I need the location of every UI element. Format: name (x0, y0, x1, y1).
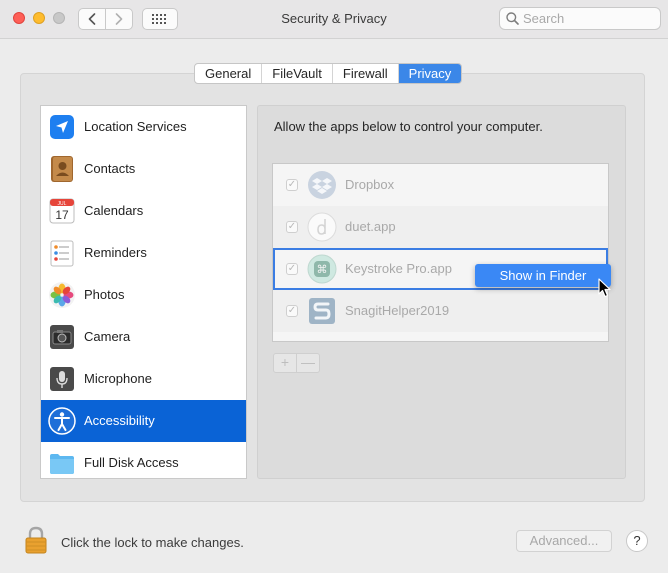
sidebar-item-camera[interactable]: Camera (41, 316, 246, 358)
tab-firewall[interactable]: Firewall (333, 64, 399, 83)
svg-text:⌘: ⌘ (317, 263, 328, 276)
reminders-list-icon (50, 240, 74, 267)
add-remove-control: + — (273, 353, 320, 373)
calendar-month: JUL (58, 201, 67, 207)
snagit-icon (309, 298, 335, 324)
duet-icon (307, 212, 337, 242)
sidebar-item-label: Photos (84, 287, 125, 302)
tab-general[interactable]: General (195, 64, 263, 83)
sidebar-item-label: Reminders (84, 245, 147, 260)
advanced-button[interactable]: Advanced... (516, 530, 612, 552)
sidebar-item-reminders[interactable]: Reminders (41, 232, 246, 274)
camera-icon (50, 325, 74, 349)
help-button[interactable]: ? (626, 530, 648, 552)
microphone-icon (50, 367, 74, 391)
forward-button[interactable] (105, 8, 133, 30)
sidebar-item-photos[interactable]: Photos (41, 274, 246, 316)
show-all-button[interactable] (142, 8, 178, 30)
calendar-icon: JUL 17 (49, 198, 75, 224)
contacts-book-icon (51, 156, 73, 182)
sidebar-item-location-services[interactable]: Location Services (41, 106, 246, 148)
app-row-snagit-helper[interactable]: ✓ SnagitHelper2019 (273, 290, 608, 332)
folder-icon (50, 454, 74, 474)
app-checkbox[interactable]: ✓ (286, 179, 298, 191)
app-checkbox[interactable]: ✓ (286, 221, 298, 233)
privacy-category-list: Location Services Contacts JUL 17 Calend… (40, 105, 247, 479)
tab-bar: General FileVault Firewall Privacy (194, 63, 463, 84)
lock-icon[interactable] (24, 526, 48, 554)
photos-flower-icon (49, 282, 75, 308)
sidebar-item-label: Accessibility (84, 413, 155, 428)
sidebar-item-calendars[interactable]: JUL 17 Calendars (41, 190, 246, 232)
sidebar-item-label: Calendars (84, 203, 144, 218)
sidebar-item-label: Microphone (84, 371, 152, 386)
titlebar: Security & Privacy (0, 0, 668, 39)
dropbox-icon (308, 171, 336, 199)
close-window-button[interactable] (13, 12, 25, 24)
keystroke-pro-icon: ⌘ (307, 254, 337, 284)
sidebar-item-microphone[interactable]: Microphone (41, 358, 246, 400)
sidebar-item-label: Full Disk Access (84, 455, 179, 470)
location-arrow-icon (50, 115, 74, 139)
search-icon (506, 12, 519, 25)
app-checkbox[interactable]: ✓ (286, 263, 298, 275)
app-list[interactable]: ✓ Dropbox ✓ duet.app ✓ ⌘ Keystroke Pro.a… (272, 163, 609, 342)
chevron-right-icon (115, 13, 123, 25)
sidebar-item-label: Contacts (84, 161, 136, 176)
app-row-duet[interactable]: ✓ duet.app (273, 206, 608, 248)
preferences-window: Security & Privacy General FileVault Fir… (0, 0, 668, 573)
sidebar-item-full-disk-access[interactable]: Full Disk Access (41, 442, 246, 478)
accessibility-description: Allow the apps below to control your com… (274, 119, 543, 134)
app-name: Dropbox (345, 177, 395, 192)
app-name: SnagitHelper2019 (345, 303, 450, 318)
chevron-left-icon (88, 13, 96, 25)
show-in-finder-menu-item[interactable]: Show in Finder (475, 264, 611, 287)
app-checkbox[interactable]: ✓ (286, 305, 298, 317)
sidebar-item-label: Camera (84, 329, 131, 344)
calendar-day: 17 (55, 208, 69, 222)
mouse-cursor-icon (598, 278, 611, 298)
search-field[interactable] (499, 7, 661, 30)
sidebar-item-accessibility[interactable]: Accessibility (41, 400, 246, 442)
add-app-button[interactable]: + (274, 354, 297, 372)
tab-filevault[interactable]: FileVault (262, 64, 333, 83)
minimize-window-button[interactable] (33, 12, 45, 24)
grid-icon (152, 14, 166, 24)
app-name: duet.app (345, 219, 396, 234)
accessibility-icon (48, 407, 76, 435)
sidebar-item-contacts[interactable]: Contacts (41, 148, 246, 190)
search-input[interactable] (523, 11, 653, 26)
lock-status-text: Click the lock to make changes. (61, 535, 244, 550)
remove-app-button[interactable]: — (297, 354, 319, 372)
zoom-window-button[interactable] (53, 12, 65, 24)
app-row-dropbox[interactable]: ✓ Dropbox (273, 164, 608, 206)
back-button[interactable] (78, 8, 106, 30)
tab-privacy[interactable]: Privacy (398, 64, 462, 83)
sidebar-item-label: Location Services (84, 119, 187, 134)
app-name: Keystroke Pro.app (345, 261, 452, 276)
